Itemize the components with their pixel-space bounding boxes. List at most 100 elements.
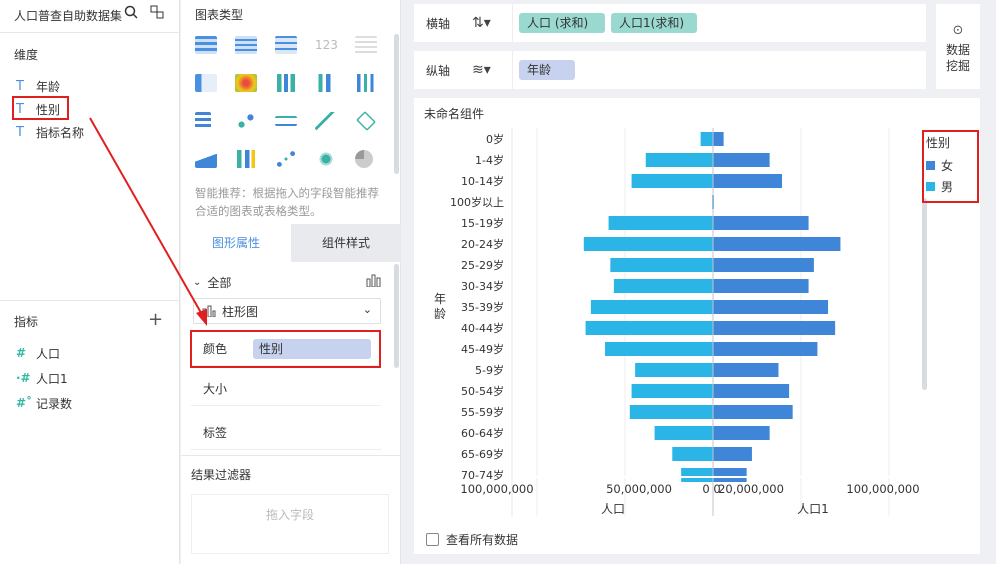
bar-male-13 — [629, 405, 713, 419]
column-chart-icon[interactable] — [315, 74, 337, 92]
stacked-column-icon[interactable] — [275, 74, 297, 92]
heatmap-icon[interactable] — [235, 74, 257, 92]
filter-drop-zone[interactable]: 拖入字段 — [191, 494, 389, 554]
bubble-chart-icon[interactable] — [315, 150, 337, 168]
section-divider — [0, 300, 180, 301]
axis-sort-icon[interactable]: ≋▾ — [472, 62, 512, 78]
properties-scrollbar[interactable] — [394, 264, 399, 368]
metric-item-record-count[interactable]: #˚ 记录数 — [16, 393, 72, 413]
dimension-item-gender[interactable]: T 性别 — [16, 99, 60, 119]
number-card-icon[interactable]: 123 — [315, 36, 338, 54]
detail-table-icon[interactable] — [275, 36, 297, 54]
area-chart-icon[interactable] — [195, 150, 217, 168]
chart-type-value: 柱形图 — [222, 304, 259, 319]
bar-female-8 — [713, 300, 829, 314]
legend-swatch-female — [926, 161, 935, 170]
combo-chart-icon[interactable] — [235, 150, 257, 168]
chart-scrollbar[interactable] — [922, 198, 927, 390]
y-tick-label: 35-39岁 — [461, 300, 504, 314]
legend-item-female[interactable]: 女 — [926, 157, 976, 174]
text-type-icon: T — [16, 124, 24, 140]
chart-card: 未命名组件 0岁 1-4岁 10-14岁 100岁以上 15-19岁 20-24岁 25-2… — [414, 98, 980, 554]
y-tick-label: 20-24岁 — [461, 237, 504, 251]
size-well[interactable]: 大小 — [191, 372, 381, 406]
line-chart-icon[interactable] — [275, 116, 297, 126]
area-line-icon[interactable] — [315, 112, 337, 130]
scatter-step-icon[interactable] — [235, 112, 257, 130]
switch-dataset-icon[interactable] — [150, 5, 164, 22]
y-tick-label: 45-49岁 — [461, 342, 504, 356]
metric-item-population[interactable]: # 人口 — [16, 343, 60, 363]
bar-chart-icon[interactable] — [195, 112, 211, 130]
text-table-icon[interactable] — [355, 36, 377, 54]
y-tick-label: 70-74岁 — [461, 468, 504, 482]
legend-title: 性别 — [926, 136, 951, 150]
x-tick-label: 20,000,000 — [718, 482, 784, 496]
chart-types-scrollbar[interactable] — [394, 34, 399, 174]
y-tick-label: 0岁 — [486, 132, 504, 146]
multi-column-icon[interactable] — [355, 74, 377, 92]
dimension-label: 性别 — [36, 102, 61, 117]
search-icon[interactable] — [124, 5, 138, 22]
bar-female-13 — [713, 405, 793, 419]
bar-male-5 — [583, 237, 713, 251]
dimension-item-metric-name[interactable]: T 指标名称 — [16, 122, 84, 142]
add-metric-icon[interactable]: + — [148, 311, 163, 329]
y-tick-label: 1-4岁 — [475, 153, 504, 167]
y-tick-label: 60-64岁 — [461, 426, 504, 440]
bar-female-6 — [713, 258, 814, 272]
bar-chart-small-icon — [202, 305, 216, 317]
y-pill-age[interactable]: 年龄 — [519, 60, 575, 80]
bar-female-1 — [713, 153, 770, 167]
number-type-icon: ·# — [16, 371, 31, 385]
legend[interactable]: 性别 女 男 — [926, 134, 976, 195]
x-tick-label: 0 — [702, 482, 709, 496]
radar-icon[interactable] — [356, 111, 376, 131]
tab-component-style[interactable]: 组件样式 — [291, 224, 401, 262]
bar-female-0 — [713, 132, 724, 146]
bar-female-5 — [713, 237, 841, 251]
y-tick-label: 25-29岁 — [461, 258, 504, 272]
tab-graph-properties[interactable]: 图形属性 — [181, 224, 291, 262]
dimension-item-age[interactable]: T 年龄 — [16, 76, 60, 96]
bar-chart[interactable]: 0岁 1-4岁 10-14岁 100岁以上 15-19岁 20-24岁 25-29岁 30-3… — [414, 98, 980, 554]
pie-chart-icon[interactable] — [355, 150, 373, 168]
chart-types-header: 图表类型 — [195, 8, 244, 22]
axis-swap-icon[interactable]: ⇅▾ — [472, 15, 512, 31]
bar-male-6 — [610, 258, 713, 272]
chart-type-grid: 123 — [195, 36, 385, 168]
chevron-down-icon: ⌄ — [193, 277, 202, 288]
bar-male-12 — [631, 384, 713, 398]
x-axis-shelf[interactable]: 横轴 ⇅▾ 人口 (求和) 人口1(求和) — [414, 4, 926, 42]
view-all-label: 查看所有数据 — [446, 533, 519, 547]
all-properties-toggle[interactable]: ⌄ 全部 — [193, 274, 231, 291]
data-mining-button[interactable]: ⊙ 数据挖掘 — [936, 4, 980, 89]
color-well[interactable]: 颜色 性别 — [191, 332, 381, 366]
color-field-pill[interactable]: 性别 — [253, 338, 371, 359]
group-table-icon[interactable] — [235, 36, 257, 54]
label-well[interactable]: 标签 — [191, 416, 381, 450]
cross-table-icon[interactable] — [195, 36, 217, 54]
dimension-label: 年龄 — [36, 79, 61, 94]
checkbox[interactable] — [426, 533, 439, 546]
scatter-chart-icon[interactable] — [275, 150, 297, 168]
header-divider — [0, 32, 180, 33]
bar-female-11 — [713, 363, 779, 377]
filter-separator — [181, 455, 401, 456]
text-type-icon: T — [16, 78, 24, 94]
data-panel: 人口普查自助数据集 维度 T 年龄 T 性别 T 指标名称 指标 + # 人口 … — [0, 0, 180, 564]
x-axis-title-left: 人口 — [601, 502, 625, 516]
chart-type-select[interactable]: 柱形图 ⌄ — [193, 298, 381, 324]
y-tick-label: 40-44岁 — [461, 321, 504, 335]
metric-item-population1[interactable]: ·# 人口1 — [16, 368, 68, 388]
y-tick-label: 30-34岁 — [461, 279, 504, 293]
bar-male-11 — [635, 363, 713, 377]
kpi-list-icon[interactable] — [195, 74, 217, 92]
x-pill-population1[interactable]: 人口1(求和) — [611, 13, 697, 33]
x-pill-population[interactable]: 人口 (求和) — [519, 13, 605, 33]
smart-recommend-tip: 智能推荐：根据拖入的字段智能推荐合适的图表或表格类型。 — [195, 186, 379, 218]
y-axis-shelf[interactable]: 纵轴 ≋▾ 年龄 — [414, 51, 926, 89]
legend-item-male[interactable]: 男 — [926, 178, 976, 195]
view-all-data-toggle[interactable]: 查看所有数据 — [426, 531, 518, 548]
result-filter-header: 结果过滤器 — [191, 468, 252, 482]
